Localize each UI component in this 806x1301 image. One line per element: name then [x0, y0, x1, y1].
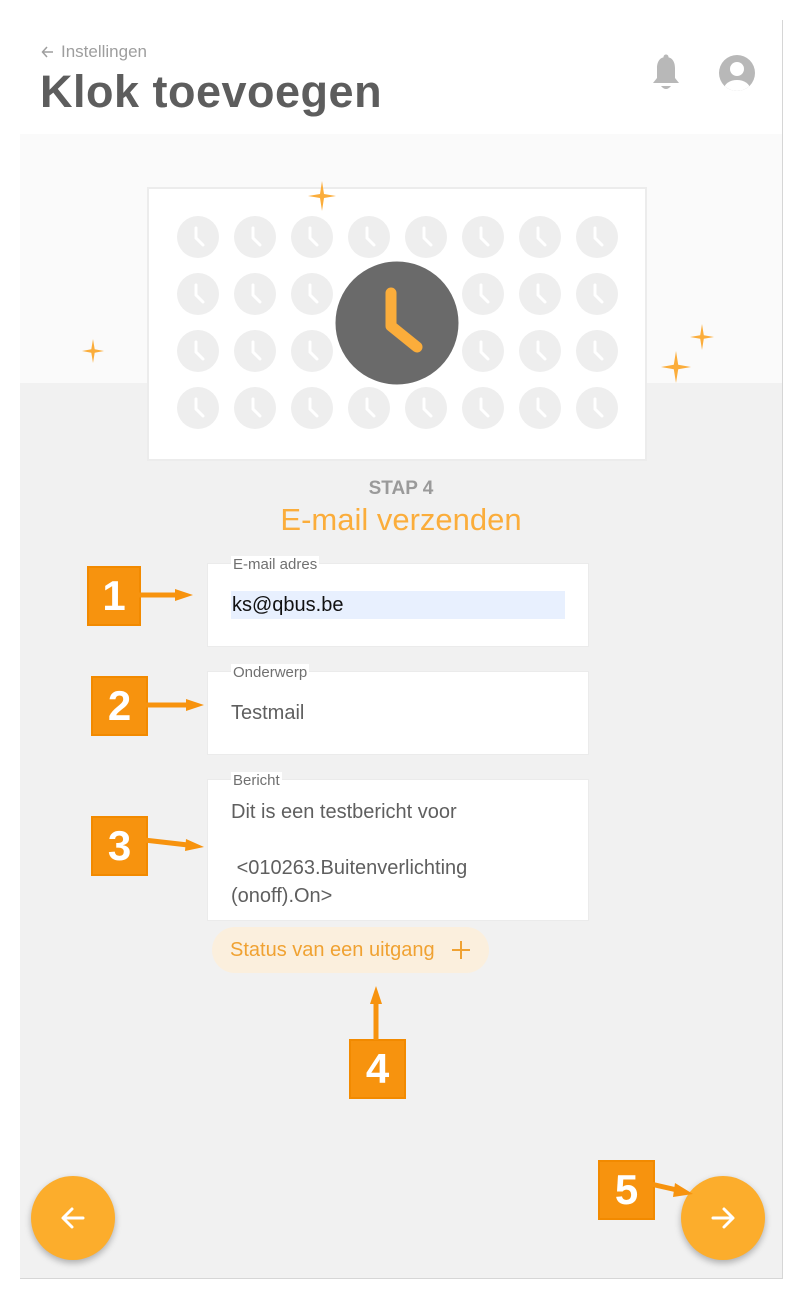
- clock-icon: [291, 216, 333, 258]
- clock-icon: [576, 216, 618, 258]
- callout-5: 5: [598, 1160, 655, 1220]
- clock-icon: [462, 330, 504, 372]
- sparkle-icon: [308, 181, 336, 211]
- clock-icon: [519, 273, 561, 315]
- clock-icon: [462, 273, 504, 315]
- clock-icon: [234, 330, 276, 372]
- step-label: STAP 4: [368, 478, 434, 499]
- next-step-button[interactable]: [681, 1176, 765, 1260]
- clock-icon: [462, 216, 504, 258]
- callout-3: 3: [91, 816, 148, 876]
- clock-icon: [576, 387, 618, 429]
- subject-field[interactable]: Onderwerp Testmail: [207, 664, 589, 755]
- email-field-label: E-mail adres: [231, 556, 320, 573]
- main-clock-icon: [332, 258, 462, 388]
- arrow-left-icon: [61, 1207, 85, 1229]
- callout-arrow: [137, 589, 193, 601]
- callout-4: 4: [349, 1039, 406, 1099]
- clock-illustration: [147, 187, 647, 461]
- callout-2: 2: [91, 676, 148, 736]
- clock-icon: [177, 273, 219, 315]
- sparkle-icon: [661, 351, 691, 383]
- clock-icon: [405, 216, 447, 258]
- step-title: E-mail verzenden: [280, 502, 522, 537]
- clock-icon: [291, 387, 333, 429]
- bell-icon[interactable]: [650, 54, 682, 94]
- add-output-status-label: Status van een uitgang: [230, 938, 435, 961]
- clock-grid: [177, 216, 618, 429]
- sparkle-icon: [82, 339, 104, 363]
- clock-icon: [234, 387, 276, 429]
- clock-icon: [462, 387, 504, 429]
- callout-1: 1: [87, 566, 141, 626]
- clock-icon: [291, 330, 333, 372]
- clock-icon: [177, 330, 219, 372]
- callout-arrow: [370, 986, 382, 1040]
- clock-icon: [519, 330, 561, 372]
- arrow-left-icon: [41, 46, 53, 58]
- clock-icon: [519, 387, 561, 429]
- callout-arrow: [651, 1181, 693, 1197]
- back-link-label: Instellingen: [61, 42, 148, 61]
- message-field-label: Bericht: [231, 772, 282, 789]
- email-input[interactable]: ks@qbus.be: [231, 591, 565, 619]
- arrow-right-icon: [711, 1207, 735, 1229]
- clock-icon: [177, 387, 219, 429]
- email-field[interactable]: E-mail adres ks@qbus.be: [207, 556, 589, 647]
- add-output-status-button[interactable]: Status van een uitgang: [212, 927, 489, 973]
- clock-icon: [348, 216, 390, 258]
- callout-arrow: [144, 837, 204, 851]
- clock-icon: [234, 273, 276, 315]
- clock-icon: [291, 273, 333, 315]
- clock-icon: [576, 330, 618, 372]
- callout-arrow: [144, 699, 204, 711]
- clock-icon: [576, 273, 618, 315]
- back-link[interactable]: Instellingen: [41, 42, 147, 62]
- clock-icon: [519, 216, 561, 258]
- clock-icon: [234, 216, 276, 258]
- user-avatar-icon[interactable]: [718, 54, 756, 92]
- subject-field-label: Onderwerp: [231, 664, 310, 681]
- clock-icon: [177, 216, 219, 258]
- previous-step-button[interactable]: [31, 1176, 115, 1260]
- clock-icon: [405, 387, 447, 429]
- sparkle-icon: [690, 324, 714, 350]
- page-header: Instellingen Klok toevoegen: [20, 20, 782, 134]
- page-title: Klok toevoegen: [40, 66, 383, 117]
- message-field[interactable]: Bericht Dit is een testbericht voor <010…: [207, 772, 589, 921]
- message-textarea[interactable]: Dit is een testbericht voor <010263.Buit…: [231, 798, 571, 910]
- subject-input[interactable]: Testmail: [231, 702, 304, 725]
- app-frame: Instellingen Klok toevoegen STAP 4 E-mai…: [20, 20, 783, 1279]
- plus-icon: [451, 941, 470, 959]
- clock-icon: [348, 387, 390, 429]
